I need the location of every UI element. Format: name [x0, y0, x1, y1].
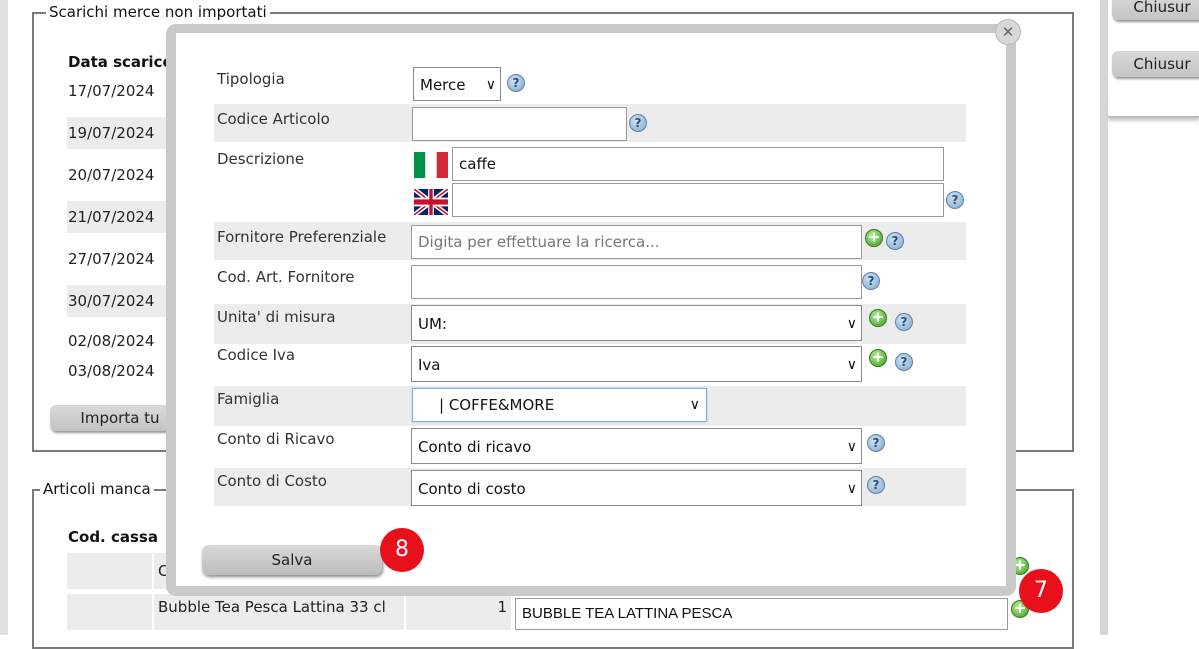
- field-label: Descrizione: [217, 150, 305, 168]
- chevron-down-icon: ∨: [689, 397, 700, 413]
- supplier-search-input[interactable]: Digita per effettuare la ricerca...: [411, 225, 862, 259]
- add-vat-icon[interactable]: +: [869, 349, 887, 367]
- unit-of-measure-select[interactable]: UM: ∨: [411, 305, 862, 341]
- article-name-cell: Bubble Tea Pesca Lattina 33 cl: [154, 594, 404, 630]
- add-unit-icon[interactable]: +: [869, 309, 887, 327]
- description-en-input[interactable]: [452, 183, 944, 217]
- field-label: Fornitore Preferenziale: [217, 228, 387, 246]
- field-label: Unita' di misura: [217, 308, 336, 326]
- field-label: Conto di Ricavo: [217, 430, 335, 448]
- table-cell: [67, 594, 152, 630]
- article-mapping-input[interactable]: BUBBLE TEA LATTINA PESCA: [515, 598, 1008, 630]
- closure-button[interactable]: Chiusur: [1112, 51, 1199, 77]
- chevron-down-icon: ∨: [846, 316, 857, 332]
- family-select[interactable]: | COFFE&MORE ∨: [412, 388, 707, 422]
- section1-legend: Scarichi merce non importati: [46, 3, 270, 21]
- help-icon[interactable]: ?: [629, 114, 647, 132]
- help-icon[interactable]: ?: [946, 191, 964, 209]
- italian-flag-icon: [414, 152, 448, 178]
- article-qty-cell: 1: [406, 594, 511, 630]
- right-panel-divider: [1108, 92, 1199, 118]
- codice-articolo-input[interactable]: [412, 107, 627, 141]
- supplier-article-code-input[interactable]: [411, 265, 862, 299]
- help-icon[interactable]: ?: [862, 272, 880, 290]
- help-icon[interactable]: ?: [507, 74, 525, 92]
- help-icon[interactable]: ?: [867, 476, 885, 494]
- field-label: Tipologia: [217, 70, 285, 88]
- left-scroll-edge: [0, 0, 8, 635]
- field-label: Cod. Art. Fornitore: [217, 268, 355, 286]
- cash-code-column-header: Cod. cassa: [68, 528, 158, 546]
- vat-code-select[interactable]: Iva ∨: [411, 346, 862, 382]
- right-panel-border: [1100, 0, 1108, 635]
- chevron-down-icon: ∨: [485, 77, 496, 93]
- help-icon[interactable]: ?: [886, 232, 904, 250]
- closure-button[interactable]: Chiusur: [1112, 0, 1199, 20]
- tipologia-select[interactable]: Merce ∨: [413, 67, 501, 101]
- step-badge: 7: [1019, 569, 1063, 613]
- add-supplier-icon[interactable]: +: [865, 229, 883, 247]
- revenue-account-select[interactable]: Conto di ricavo ∨: [411, 428, 862, 464]
- vat-code-value: Iva: [418, 356, 441, 374]
- description-it-input[interactable]: caffe: [452, 147, 944, 181]
- help-icon[interactable]: ?: [867, 434, 885, 452]
- field-label: Conto di Costo: [217, 472, 327, 490]
- table-cell: [67, 553, 152, 589]
- row-tipologia: Tipologia: [214, 62, 966, 102]
- step-badge: 8: [380, 528, 424, 572]
- help-icon[interactable]: ?: [895, 353, 913, 371]
- save-button[interactable]: Salva: [202, 545, 382, 575]
- family-value: | COFFE&MORE: [439, 396, 555, 414]
- chevron-down-icon: ∨: [846, 481, 857, 497]
- uk-flag-icon: [414, 189, 448, 215]
- tipologia-value: Merce: [420, 76, 466, 94]
- cost-account-value: Conto di costo: [418, 480, 526, 498]
- section2-legend: Articoli manca: [40, 480, 154, 498]
- revenue-account-value: Conto di ricavo: [418, 438, 532, 456]
- cost-account-select[interactable]: Conto di costo ∨: [411, 470, 862, 506]
- help-icon[interactable]: ?: [895, 313, 913, 331]
- chevron-down-icon: ∨: [846, 439, 857, 455]
- field-label: Famiglia: [217, 390, 280, 408]
- close-icon[interactable]: ✕: [995, 19, 1021, 45]
- field-label: Codice Articolo: [217, 110, 330, 128]
- date-column-header: Data scarico: [68, 53, 173, 71]
- unit-of-measure-value: UM:: [418, 315, 447, 333]
- chevron-down-icon: ∨: [846, 357, 857, 373]
- field-label: Codice Iva: [217, 346, 296, 364]
